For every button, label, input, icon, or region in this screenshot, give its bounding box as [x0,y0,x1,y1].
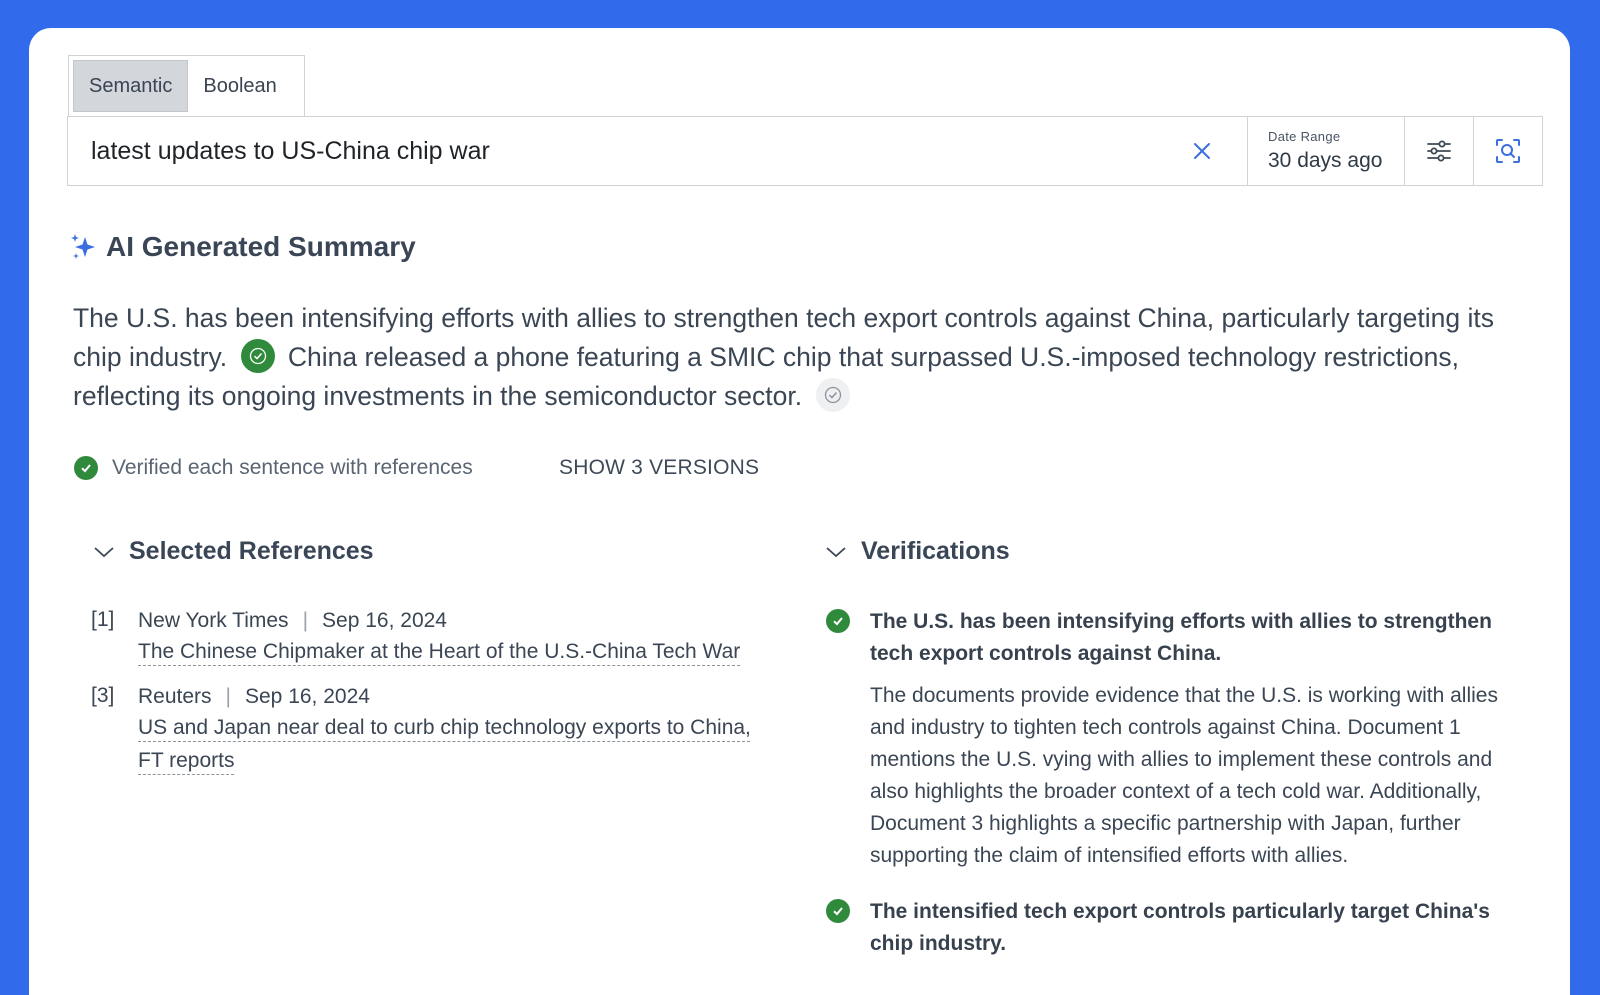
verification-claim: The U.S. has been intensifying efforts w… [870,610,1492,665]
reference-number: [3] [91,684,115,707]
search-mode-tabs: Semantic Boolean [68,55,305,117]
references-section-toggle[interactable]: Selected References [93,537,374,566]
sparkle-icon [71,234,95,259]
filter-sliders-icon [1427,140,1451,162]
reference-number: [1] [91,608,115,631]
separator: | [302,609,309,632]
verification-item: The U.S. has been intensifying efforts w… [826,606,1516,872]
reference-date: Sep 16, 2024 [245,685,370,708]
reference-source: Reuters [138,685,212,708]
summary-header: AI Generated Summary [70,231,416,263]
verification-claim: The intensified tech export controls par… [870,900,1490,955]
check-badge-icon[interactable] [240,339,275,373]
check-icon [826,609,850,633]
verified-status: Verified each sentence with references [74,456,473,480]
reference-link[interactable]: US and Japan near deal to curb chip tech… [138,711,751,777]
verifications-list: The U.S. has been intensifying efforts w… [826,606,1516,984]
verified-text: Verified each sentence with references [112,456,473,479]
reference-item: [3] Reuters | Sep 16, 2024 US and Japan ne… [91,682,751,777]
verifications-title: Verifications [861,537,1010,565]
date-range-label: Date Range [1268,129,1341,144]
references-title: Selected References [129,537,374,565]
show-versions-button[interactable]: SHOW 3 VERSIONS [559,456,759,480]
search-card: Semantic Boolean latest updates to US-Ch… [29,28,1570,995]
search-button[interactable] [1473,117,1542,185]
date-range-value: 30 days ago [1268,149,1383,172]
reference-date: Sep 16, 2024 [322,609,447,632]
verification-explanation: The documents provide evidence that the … [870,684,1498,867]
search-bar: latest updates to US-China chip war Date… [67,116,1543,186]
chevron-down-icon [826,546,846,557]
separator: | [225,685,231,708]
filter-button[interactable] [1404,117,1473,185]
search-input[interactable]: latest updates to US-China chip war [68,117,1247,185]
reference-link[interactable]: The Chinese Chipmaker at the Heart of th… [138,635,751,668]
check-badge-icon[interactable] [815,378,850,412]
summary-sentence-2: China released a phone featuring a SMIC … [73,342,1459,411]
chevron-down-icon [94,546,114,557]
tab-semantic[interactable]: Semantic [73,60,189,112]
reference-source: New York Times [138,609,289,632]
verifications-section-toggle[interactable]: Verifications [825,537,1010,566]
verification-item: The intensified tech export controls par… [826,896,1516,960]
search-query-text: latest updates to US-China chip war [91,136,490,165]
check-icon [74,456,98,480]
search-scan-icon [1496,139,1520,163]
check-icon [826,899,850,923]
summary-title: AI Generated Summary [106,231,416,262]
summary-paragraph: The U.S. has been intensifying efforts w… [73,299,1523,416]
date-range-picker[interactable]: Date Range 30 days ago [1247,117,1404,185]
references-list: [1] New York Times | Sep 16, 2024 The Chin… [91,606,751,791]
reference-item: [1] New York Times | Sep 16, 2024 The Chin… [91,606,751,668]
clear-icon[interactable] [1189,138,1215,164]
tab-boolean[interactable]: Boolean [188,60,291,112]
